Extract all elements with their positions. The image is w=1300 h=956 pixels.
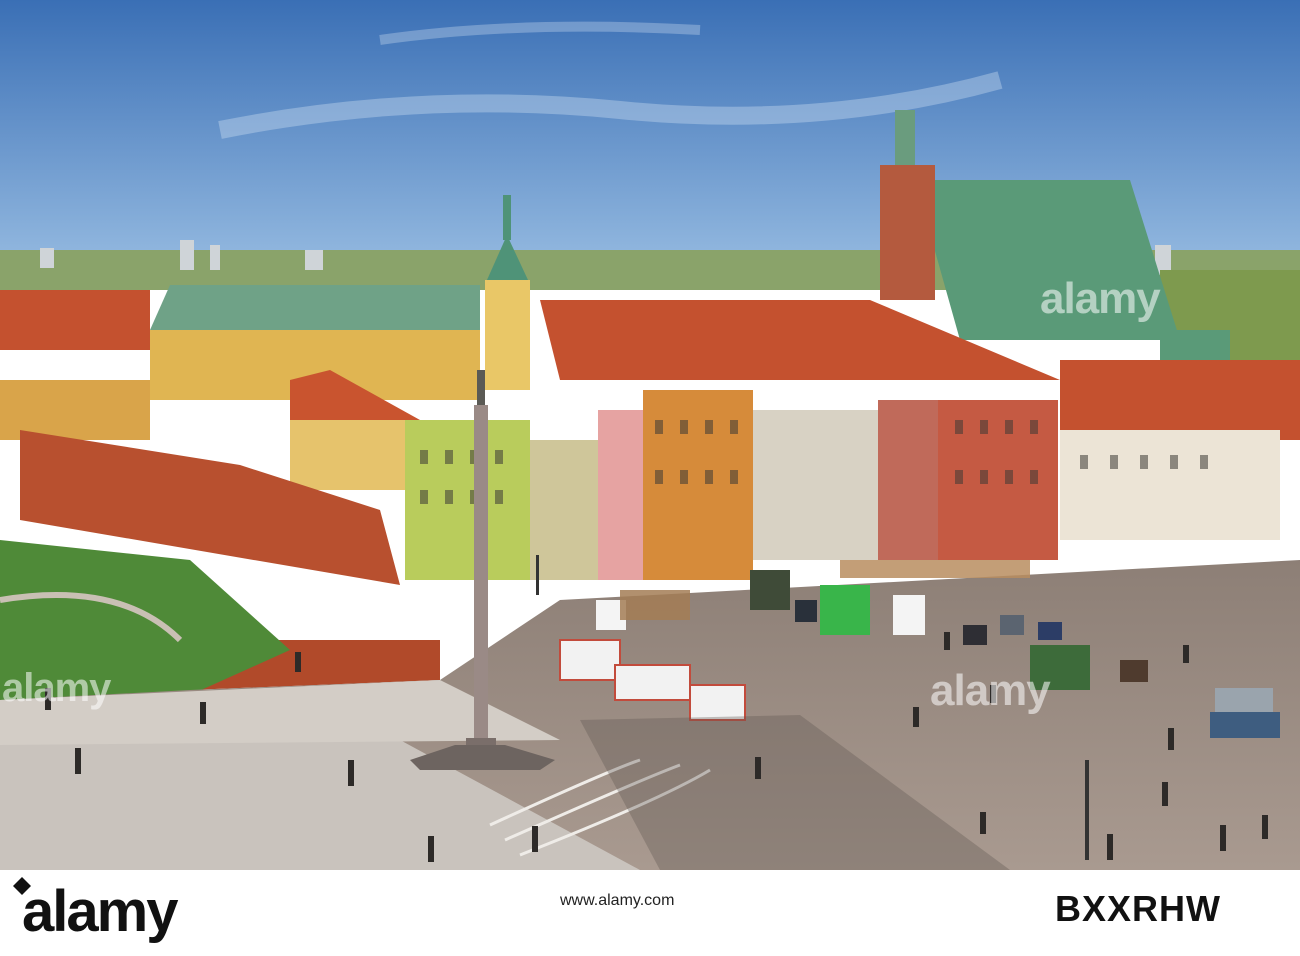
image-id: BXXRHW xyxy=(1055,888,1221,929)
footer-caption[interactable]: www.alamy.com xyxy=(560,892,674,910)
roofs-left xyxy=(0,290,150,350)
facade-grey xyxy=(753,410,878,560)
facade-orange xyxy=(643,390,753,580)
horse-carriage xyxy=(1120,660,1148,682)
dump-truck xyxy=(1030,645,1090,690)
army-truck xyxy=(750,570,790,610)
warsaw-castle-square-photo: alamy alamy alamy xyxy=(0,0,1300,870)
cathedral-gable xyxy=(880,165,935,300)
tourist-train-car xyxy=(559,639,621,681)
footer-logo: alamy xyxy=(22,879,178,944)
stock-footer: alamy www.alamy.com BXXRHW xyxy=(0,870,1300,956)
cafe-tables xyxy=(620,590,690,620)
cathedral-spire xyxy=(895,110,915,165)
green-bus xyxy=(820,585,870,635)
facade-pink xyxy=(598,410,643,580)
facade-white xyxy=(1060,430,1280,540)
facade-cream xyxy=(530,440,600,580)
sigismund-column xyxy=(474,405,488,745)
church-roof xyxy=(150,285,480,330)
white-van xyxy=(893,595,925,635)
photo-scene xyxy=(0,0,1300,870)
facade-red xyxy=(878,400,938,560)
facade-yellow xyxy=(290,420,410,490)
roofs-right xyxy=(1060,360,1300,440)
church-tower xyxy=(485,280,530,390)
king-statue xyxy=(477,370,485,405)
tourist-train-engine xyxy=(689,684,746,721)
